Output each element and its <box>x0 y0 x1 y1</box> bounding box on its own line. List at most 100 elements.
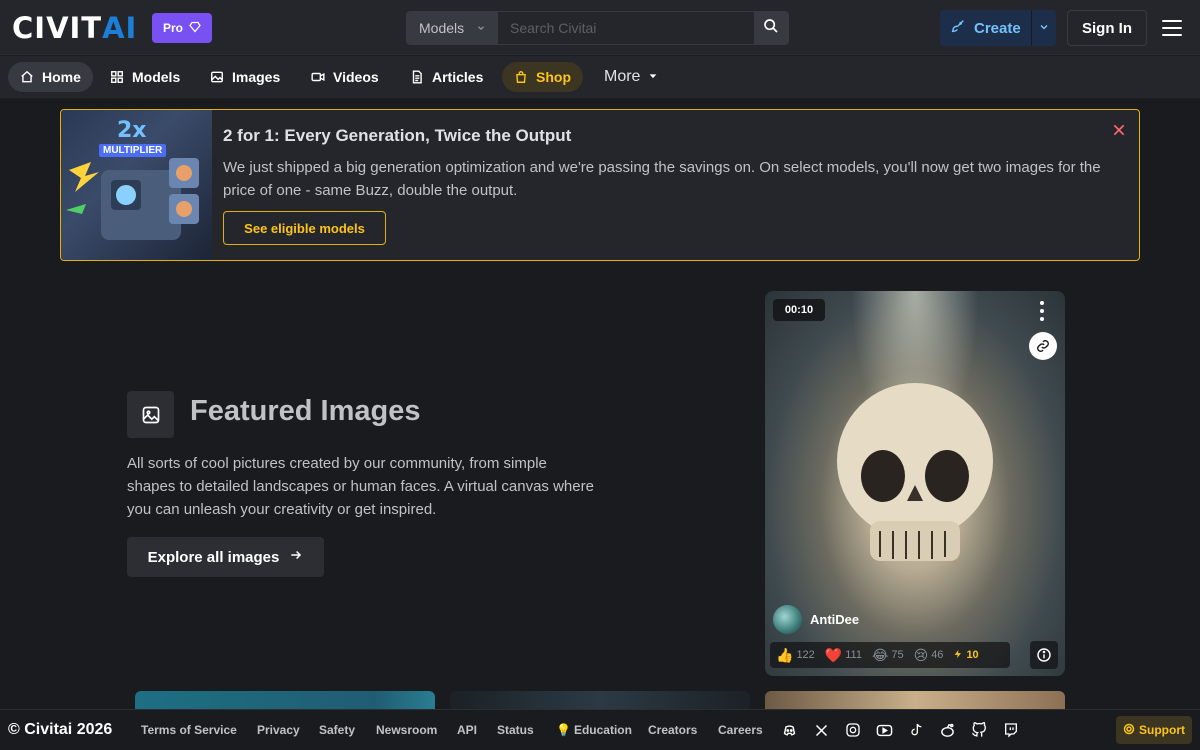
burger-line <box>1162 27 1182 29</box>
featured-image-icon <box>127 391 174 438</box>
chevron-down-icon <box>1038 20 1050 37</box>
info-icon[interactable] <box>1030 641 1058 669</box>
laugh-icon: 😂 <box>871 646 889 663</box>
lightbulb-icon: 💡 <box>556 723 571 737</box>
buzz-tip[interactable]: 10 <box>953 648 979 663</box>
github-icon[interactable] <box>970 721 988 739</box>
logo-text-accent: AI <box>102 11 138 45</box>
sign-in-button[interactable]: Sign In <box>1067 10 1147 46</box>
image-card-preview[interactable] <box>135 691 435 711</box>
instagram-icon[interactable] <box>844 721 862 739</box>
footer-link-newsroom[interactable]: Newsroom <box>376 723 437 737</box>
footer-link-terms[interactable]: Terms of Service <box>141 723 237 737</box>
youtube-icon[interactable] <box>875 721 893 739</box>
image-card-preview[interactable] <box>765 691 1065 711</box>
twitch-icon[interactable] <box>1002 721 1020 739</box>
reaction-cry[interactable]: 😢 46 <box>914 647 944 664</box>
logo-text-main: CIVIT <box>12 11 103 45</box>
image-text-multiplier: MULTIPLIER <box>99 144 167 157</box>
nav-item-articles[interactable]: Articles <box>398 62 495 92</box>
search-input[interactable] <box>498 12 754 44</box>
featured-title: Featured Images <box>190 395 421 427</box>
search-scope-select[interactable]: Models <box>407 12 498 44</box>
footer-link-privacy[interactable]: Privacy <box>257 723 300 737</box>
burger-line <box>1162 34 1182 36</box>
reaction-count: 46 <box>931 649 944 661</box>
support-label: Support <box>1139 723 1185 737</box>
footer-link-careers[interactable]: Careers <box>718 723 763 737</box>
civitai-logo[interactable]: CIVIT AI <box>12 11 138 45</box>
footer-link-status[interactable]: Status <box>497 723 534 737</box>
nav-label: Models <box>132 69 181 85</box>
home-icon <box>20 70 34 84</box>
nav-item-home[interactable]: Home <box>8 62 93 92</box>
reaction-laugh[interactable]: 😂 75 <box>872 647 904 664</box>
search-bar: Models / <box>406 11 789 45</box>
brush-icon <box>950 18 966 38</box>
hamburger-menu-icon[interactable] <box>1162 18 1182 38</box>
skull-artwork <box>837 383 993 561</box>
image-icon <box>210 70 224 84</box>
create-label: Create <box>974 19 1021 37</box>
bag-icon <box>514 70 528 84</box>
lifebuoy-icon <box>1123 723 1135 738</box>
lightning-icon <box>953 648 963 663</box>
menu-dot <box>1040 317 1044 321</box>
image-card-preview[interactable] <box>450 691 750 711</box>
heart-icon: ❤️ <box>824 646 843 663</box>
banner-title: 2 for 1: Every Generation, Twice the Out… <box>223 126 572 145</box>
discord-icon[interactable] <box>780 721 798 739</box>
explore-all-images-button[interactable]: Explore all images <box>127 537 324 577</box>
footer-link-education[interactable]: 💡 Education <box>556 723 632 737</box>
search-button[interactable] <box>754 12 788 44</box>
reaction-count: 111 <box>845 649 862 661</box>
reddit-icon[interactable] <box>938 721 956 739</box>
author-name: AntiDee <box>810 612 860 627</box>
pro-label: Pro <box>162 21 183 35</box>
x-icon[interactable] <box>812 721 830 739</box>
reaction-heart[interactable]: ❤️ 111 <box>825 647 862 664</box>
copyright: © Civitai 2026 <box>8 721 113 738</box>
buzz-count: 10 <box>966 649 979 661</box>
nav-item-shop[interactable]: Shop <box>502 62 583 92</box>
footer-link-label: Education <box>573 723 632 737</box>
reaction-count: 122 <box>796 649 815 661</box>
cry-icon: 😢 <box>913 646 929 663</box>
footer-link-api[interactable]: API <box>457 723 477 737</box>
footer-link-creators[interactable]: Creators <box>648 723 697 737</box>
reaction-like[interactable]: 👍 122 <box>776 647 815 664</box>
more-options-icon[interactable] <box>1033 299 1051 323</box>
video-icon <box>311 70 325 84</box>
close-icon[interactable] <box>1111 122 1127 138</box>
multiplier-promo-image: 2x MULTIPLIER <box>61 110 212 260</box>
nav-label: Images <box>232 69 281 85</box>
nav-item-models[interactable]: Models <box>98 62 192 92</box>
menu-dot <box>1040 301 1044 305</box>
create-menu-toggle[interactable] <box>1032 20 1056 37</box>
nav-item-more[interactable]: More <box>592 62 670 92</box>
avatar <box>773 605 802 634</box>
footer: © Civitai 2026 Terms of Service Privacy … <box>0 709 1200 750</box>
burger-line <box>1162 20 1182 22</box>
card-author[interactable]: AntiDee <box>773 605 859 634</box>
see-eligible-models-button[interactable]: See eligible models <box>223 211 386 245</box>
diamond-icon <box>189 21 201 36</box>
nav-item-videos[interactable]: Videos <box>299 62 391 92</box>
tiktok-icon[interactable] <box>907 721 925 739</box>
footer-link-safety[interactable]: Safety <box>319 723 355 737</box>
search-scope-label: Models <box>419 20 465 36</box>
caret-down-icon <box>648 68 658 86</box>
support-button[interactable]: Support <box>1116 716 1192 744</box>
top-header: CIVITAI Pro Models / Create <box>0 0 1200 55</box>
reaction-bar: 👍 122 ❤️ 111 😂 75 😢 46 10 <box>770 642 1010 668</box>
pro-button[interactable]: Pro <box>152 13 212 43</box>
reaction-count: 75 <box>891 649 904 661</box>
nav-label: Articles <box>432 69 484 85</box>
featured-description: All sorts of cool pictures created by ou… <box>127 455 594 518</box>
grid-icon <box>110 70 124 84</box>
create-button[interactable]: Create <box>940 10 1056 46</box>
remix-link-icon[interactable] <box>1029 332 1057 360</box>
chevron-down-icon <box>476 20 486 36</box>
video-duration: 00:10 <box>773 299 825 321</box>
nav-item-images[interactable]: Images <box>198 62 292 92</box>
